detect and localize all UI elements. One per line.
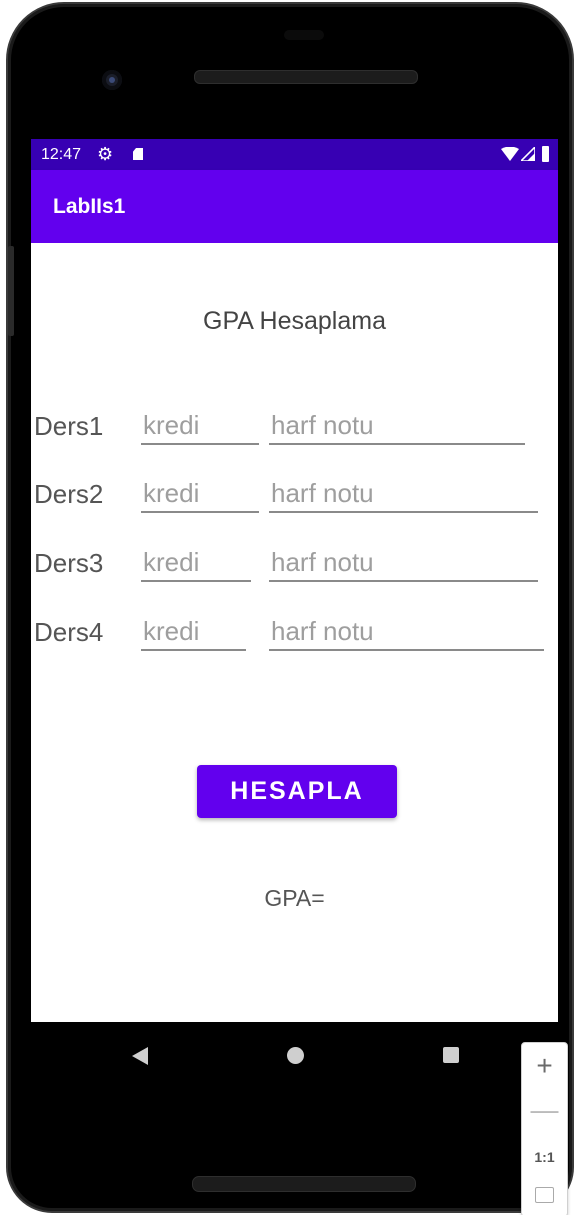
credit-input-1[interactable] (141, 407, 259, 445)
app-title: LabIIs1 (53, 195, 126, 218)
emulator-stage: 12:47 ⚙ LabIIs1 GPA Hesaplama Ders1 Ders… (0, 0, 574, 1215)
signal-icon (521, 147, 535, 161)
zoom-out-button[interactable]: — (522, 1095, 567, 1125)
navigation-bar (31, 1022, 558, 1090)
zoom-panel: + — 1:1 (521, 1042, 568, 1215)
course-label-4: Ders4 (34, 617, 104, 647)
credit-input-4[interactable] (141, 613, 246, 651)
grade-input-3[interactable] (269, 544, 538, 582)
recent-apps-icon[interactable] (443, 1047, 459, 1063)
phone-side-button (8, 246, 14, 336)
status-bar: 12:47 ⚙ (31, 139, 558, 170)
status-time: 12:47 (41, 146, 82, 163)
back-icon[interactable] (132, 1047, 148, 1065)
battery-icon (542, 146, 549, 162)
grade-input-2[interactable] (269, 475, 538, 513)
zoom-in-button[interactable]: + (522, 1051, 567, 1081)
gpa-result-label: GPA= (264, 885, 325, 911)
course-label-3: Ders3 (34, 548, 104, 578)
credit-input-3[interactable] (141, 544, 251, 582)
main-content: GPA Hesaplama Ders1 Ders2 Ders3 Ders4 HE… (31, 243, 558, 1022)
front-camera-icon (102, 70, 122, 90)
sd-card-icon (133, 148, 143, 160)
bottom-speaker (192, 1176, 416, 1192)
proximity-sensor (284, 30, 324, 40)
calculate-button[interactable]: HESAPLA (197, 765, 397, 818)
actual-size-button[interactable]: 1:1 (522, 1148, 567, 1166)
grade-input-1[interactable] (269, 407, 525, 445)
course-label-1: Ders1 (34, 411, 104, 441)
course-label-2: Ders2 (34, 479, 104, 509)
wifi-icon (501, 147, 519, 161)
home-icon[interactable] (287, 1047, 304, 1064)
grade-input-4[interactable] (269, 613, 544, 651)
fit-screen-icon[interactable] (535, 1187, 554, 1203)
gear-icon: ⚙ (97, 144, 114, 164)
page-title: GPA Hesaplama (203, 307, 386, 335)
credit-input-2[interactable] (141, 475, 259, 513)
app-bar: LabIIs1 (31, 170, 558, 243)
earpiece-speaker (194, 70, 418, 84)
